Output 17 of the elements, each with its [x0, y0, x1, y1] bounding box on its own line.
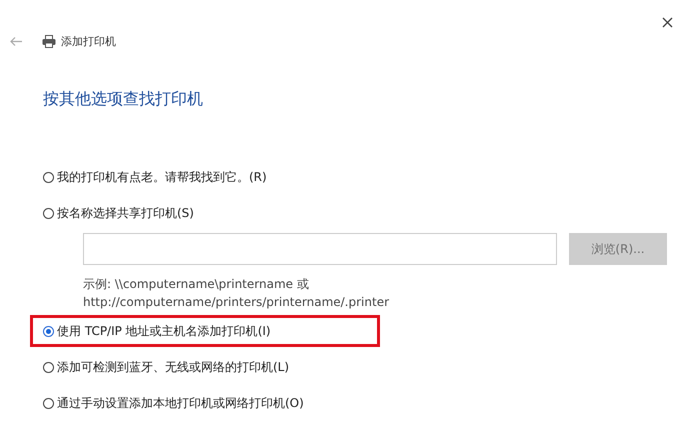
option-label[interactable]: 添加可检测到蓝牙、无线或网络的打印机(L) — [57, 358, 290, 376]
option-label[interactable]: 我的打印机有点老。请帮我找到它。(R) — [57, 168, 267, 186]
option-label[interactable]: 通过手动设置添加本地打印机或网络打印机(O) — [57, 394, 304, 412]
radio-button[interactable] — [43, 362, 54, 372]
example-text: http://computername/printers/printername/.printer — [83, 294, 390, 311]
close-button[interactable] — [660, 15, 675, 30]
printer-icon — [42, 34, 56, 48]
printer-name-field[interactable] — [83, 233, 557, 265]
page-heading: 按其他选项查找打印机 — [43, 89, 204, 109]
radio-button[interactable] — [43, 326, 54, 336]
option-label[interactable]: 使用 TCP/IP 地址或主机名添加打印机(I) — [57, 322, 271, 340]
radio-button[interactable] — [43, 208, 54, 218]
radio-button[interactable] — [43, 398, 54, 408]
radio-button[interactable] — [43, 172, 54, 182]
option-label[interactable]: 按名称选择共享打印机(S) — [57, 204, 194, 222]
window-title: 添加打印机 — [61, 34, 116, 48]
example-text: 示例: \\computername\printername 或 — [83, 276, 310, 293]
